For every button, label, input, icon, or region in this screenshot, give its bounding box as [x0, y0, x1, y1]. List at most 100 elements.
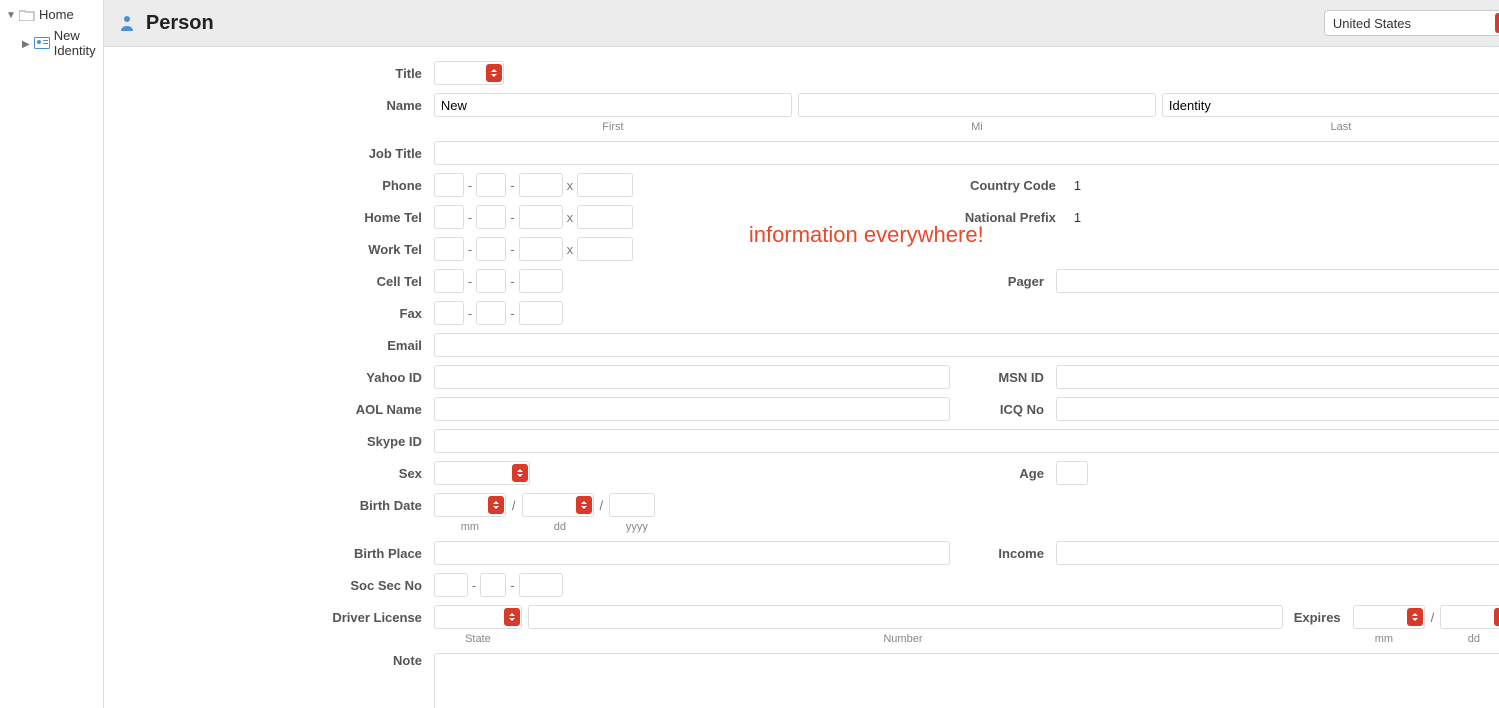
- phone-group: - - x: [434, 173, 633, 197]
- birthplace-input[interactable]: [434, 541, 950, 565]
- fax-1[interactable]: [434, 301, 464, 325]
- celltel-group: - -: [434, 269, 563, 293]
- label-birthdate: Birth Date: [104, 498, 434, 513]
- sublabel-state: State: [434, 633, 522, 645]
- tree-label: Home: [39, 7, 74, 22]
- last-name-input[interactable]: [1162, 93, 1499, 117]
- sidebar: ▼ Home ▶ New Identity: [0, 0, 104, 708]
- hometel-2[interactable]: [476, 205, 506, 229]
- sublabel-dd: dd: [524, 521, 596, 533]
- aol-input[interactable]: [434, 397, 950, 421]
- label-pager: Pager: [906, 274, 1056, 289]
- label-jobtitle: Job Title: [104, 146, 434, 161]
- tree-item-identity[interactable]: ▶ New Identity: [0, 25, 103, 61]
- label-sex: Sex: [104, 466, 434, 481]
- fax-group: - -: [434, 301, 563, 325]
- label-email: Email: [104, 338, 434, 353]
- exp-dd-select[interactable]: [1440, 605, 1499, 629]
- mi-input[interactable]: [798, 93, 1156, 117]
- hometel-1[interactable]: [434, 205, 464, 229]
- dropdown-icon: [504, 608, 520, 626]
- label-countrycode: Country Code: [918, 178, 1068, 193]
- label-msn: MSN ID: [956, 370, 1056, 385]
- birth-yyyy-input[interactable]: [609, 493, 655, 517]
- identity-icon: [34, 36, 50, 50]
- yahoo-input[interactable]: [434, 365, 950, 389]
- worktel-3[interactable]: [519, 237, 563, 261]
- label-note: Note: [104, 653, 434, 668]
- hometel-group: - - x: [434, 205, 633, 229]
- dl-number-input[interactable]: [528, 605, 1283, 629]
- label-ssn: Soc Sec No: [104, 578, 434, 593]
- label-aol: AOL Name: [104, 402, 434, 417]
- dropdown-icon: [1495, 13, 1499, 33]
- label-expires: Expires: [1283, 610, 1353, 625]
- country-value: United States: [1325, 16, 1495, 31]
- celltel-2[interactable]: [476, 269, 506, 293]
- ssn-3[interactable]: [519, 573, 563, 597]
- jobtitle-input[interactable]: [434, 141, 1499, 165]
- label-nationalprefix: National Prefix: [918, 210, 1068, 225]
- label-yahoo: Yahoo ID: [104, 370, 434, 385]
- hometel-3[interactable]: [519, 205, 563, 229]
- label-driver: Driver License: [104, 610, 434, 625]
- header: Person United States: [104, 0, 1499, 47]
- msn-input[interactable]: [1056, 365, 1499, 389]
- dropdown-icon: [1494, 608, 1499, 626]
- worktel-ext[interactable]: [577, 237, 633, 261]
- birth-mm-select[interactable]: [434, 493, 506, 517]
- celltel-1[interactable]: [434, 269, 464, 293]
- folder-icon: [19, 8, 35, 22]
- label-name: Name: [104, 98, 434, 113]
- hometel-ext[interactable]: [577, 205, 633, 229]
- disclosure-right-icon: ▶: [22, 39, 30, 48]
- dropdown-icon: [1407, 608, 1423, 626]
- phone-2[interactable]: [476, 173, 506, 197]
- dropdown-icon: [576, 496, 592, 514]
- worktel-group: - - x: [434, 237, 633, 261]
- ssn-1[interactable]: [434, 573, 468, 597]
- worktel-1[interactable]: [434, 237, 464, 261]
- label-hometel: Home Tel: [104, 210, 434, 225]
- worktel-2[interactable]: [476, 237, 506, 261]
- sex-select[interactable]: [434, 461, 530, 485]
- ssn-2[interactable]: [480, 573, 506, 597]
- label-icq: ICQ No: [956, 402, 1056, 417]
- age-input[interactable]: [1056, 461, 1088, 485]
- country-select[interactable]: United States: [1324, 10, 1499, 36]
- label-age: Age: [956, 466, 1056, 481]
- sublabel-mm: mm: [434, 521, 506, 533]
- sublabel-last: Last: [1162, 121, 1499, 133]
- exp-mm-select[interactable]: [1353, 605, 1425, 629]
- fax-3[interactable]: [519, 301, 563, 325]
- nationalprefix-value: 1: [1068, 210, 1499, 225]
- label-celltel: Cell Tel: [104, 274, 434, 289]
- form-area: information everywhere! Title Name: [104, 47, 1499, 708]
- birth-dd-select[interactable]: [522, 493, 594, 517]
- dropdown-icon: [512, 464, 528, 482]
- dl-state-select[interactable]: [434, 605, 522, 629]
- email-input[interactable]: [434, 333, 1499, 357]
- label-title: Title: [104, 66, 434, 81]
- ssn-group: - -: [434, 573, 563, 597]
- fax-2[interactable]: [476, 301, 506, 325]
- page-title: Person: [146, 12, 214, 35]
- note-textarea[interactable]: [434, 653, 1499, 708]
- income-input[interactable]: [1056, 541, 1499, 565]
- phone-3[interactable]: [519, 173, 563, 197]
- phone-ext[interactable]: [577, 173, 633, 197]
- sublabel-mi: Mi: [798, 121, 1156, 133]
- first-name-input[interactable]: [434, 93, 792, 117]
- dropdown-icon: [488, 496, 504, 514]
- celltel-3[interactable]: [519, 269, 563, 293]
- title-select[interactable]: [434, 61, 504, 85]
- skype-input[interactable]: [434, 429, 1499, 453]
- sublabel-yyyy: yyyy: [614, 521, 660, 533]
- icq-input[interactable]: [1056, 397, 1499, 421]
- tree-item-home[interactable]: ▼ Home: [0, 4, 103, 25]
- sublabel-exp-mm: mm: [1348, 633, 1420, 645]
- pager-input[interactable]: [1056, 269, 1499, 293]
- main-panel: Person United States information everywh…: [104, 0, 1499, 708]
- tree-label: New Identity: [54, 28, 97, 58]
- phone-1[interactable]: [434, 173, 464, 197]
